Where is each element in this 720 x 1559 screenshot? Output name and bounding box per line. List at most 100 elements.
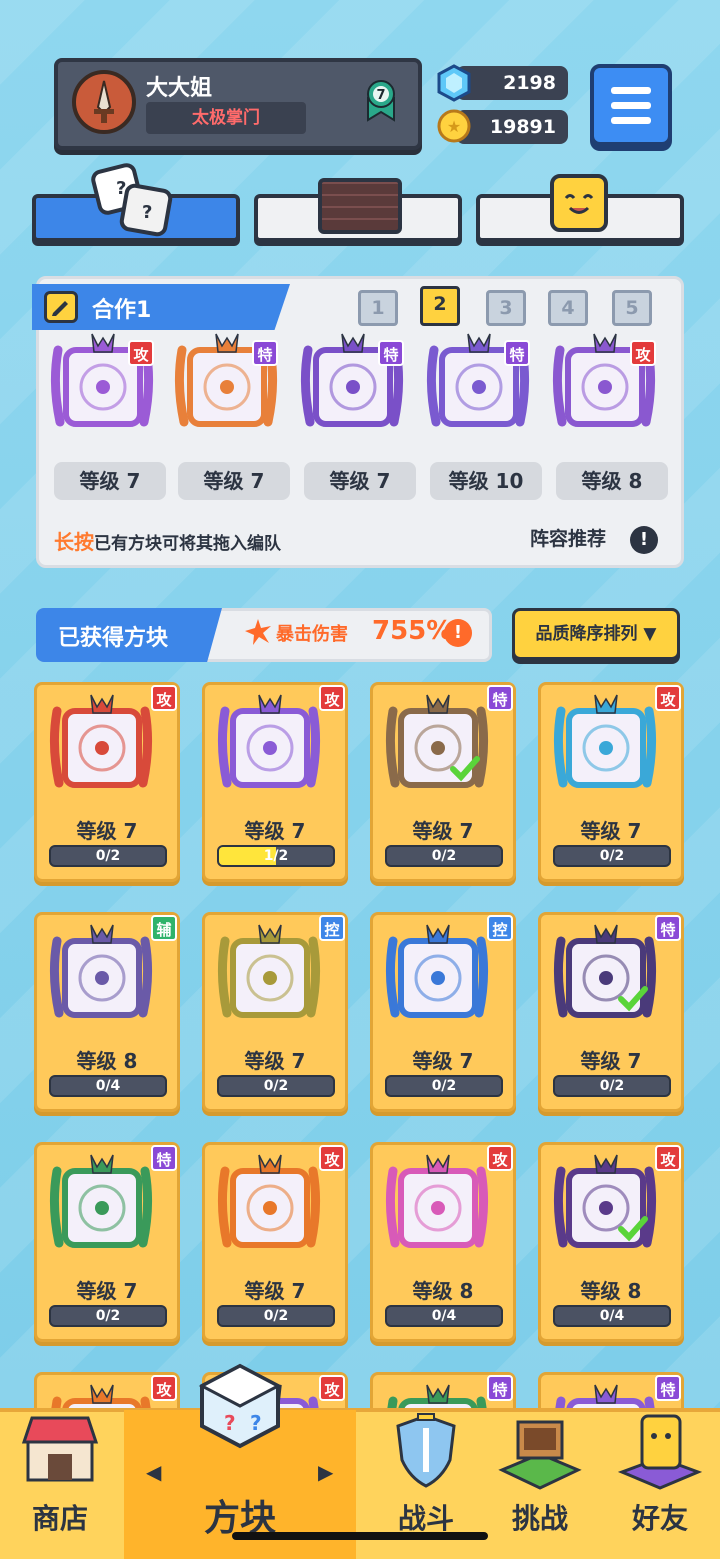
upgrade-progress: 0/2 xyxy=(49,845,167,867)
svg-text:?: ? xyxy=(116,178,126,199)
block-level: 等级 7 xyxy=(244,1049,306,1073)
block-card[interactable]: 控等级 7 0/2 xyxy=(202,912,348,1112)
upgrade-progress: 0/2 xyxy=(553,845,671,867)
type-badge: 攻 xyxy=(319,1375,345,1401)
team-page-5[interactable]: 5 xyxy=(612,290,652,326)
block-card[interactable]: 特等级 7 0/2 xyxy=(34,1142,180,1342)
chocolate-board-icon xyxy=(318,178,402,234)
type-badge: 控 xyxy=(319,915,345,941)
team-page-3[interactable]: 3 xyxy=(486,290,526,326)
progress-text: 1/2 xyxy=(263,848,289,864)
menu-line xyxy=(611,101,651,109)
profile-card[interactable]: 大大姐 太极掌门 7 xyxy=(54,58,422,150)
team-page-1[interactable]: 1 xyxy=(358,290,398,326)
block-level: 等级 7 xyxy=(244,819,306,843)
nav-shop[interactable]: 商店 xyxy=(0,1408,120,1559)
block-card[interactable]: 攻等级 7 0/2 xyxy=(34,682,180,882)
dice-icon: ?? xyxy=(88,162,178,238)
recommend-label: 阵容推荐 xyxy=(530,528,607,550)
block-art-icon xyxy=(551,1151,671,1261)
svg-text:★: ★ xyxy=(447,117,461,136)
sort-dropdown[interactable]: 品质降序排列 ▼ xyxy=(512,608,680,660)
block-art-icon xyxy=(383,921,503,1031)
type-badge: 特 xyxy=(487,1375,513,1401)
menu-line xyxy=(611,86,651,94)
nav-next-arrow[interactable]: ▶ xyxy=(318,1460,333,1484)
team-page-2[interactable]: 2 xyxy=(420,286,460,326)
block-card[interactable]: 攻等级 7 0/2 xyxy=(538,682,684,882)
type-badge: 特 xyxy=(655,1375,681,1401)
menu-button[interactable] xyxy=(590,64,672,146)
progress-text: 0/2 xyxy=(599,1078,625,1094)
team-card-level: 等级 10 xyxy=(430,462,542,500)
block-art-icon xyxy=(551,921,671,1031)
block-level: 等级 7 xyxy=(412,819,474,843)
block-art-icon xyxy=(47,921,167,1031)
block-art-icon xyxy=(551,691,671,801)
team-card-level: 等级 7 xyxy=(178,462,290,500)
nav-friends[interactable]: 好友 xyxy=(600,1408,720,1559)
type-badge: 攻 xyxy=(630,340,656,366)
progress-text: 0/2 xyxy=(431,1078,457,1094)
nav-challenge[interactable]: 挑战 xyxy=(480,1408,600,1559)
upgrade-progress: 0/4 xyxy=(49,1075,167,1097)
upgrade-progress: 0/2 xyxy=(385,845,503,867)
progress-text: 0/2 xyxy=(263,1078,289,1094)
edit-team-button[interactable] xyxy=(44,291,78,323)
block-level: 等级 7 xyxy=(580,1049,642,1073)
type-badge: 特 xyxy=(487,685,513,711)
progress-text: 0/2 xyxy=(431,848,457,864)
info-icon[interactable]: ! xyxy=(630,526,658,554)
home-indicator xyxy=(232,1532,488,1540)
block-level: 等级 8 xyxy=(76,1049,138,1073)
progress-text: 0/2 xyxy=(599,848,625,864)
block-card[interactable]: 特等级 7 0/2 xyxy=(538,912,684,1112)
type-badge: 特 xyxy=(378,340,404,366)
gem-icon xyxy=(436,64,471,102)
block-card[interactable]: 攻等级 8 0/4 xyxy=(538,1142,684,1342)
block-card[interactable]: 攻等级 8 0/4 xyxy=(370,1142,516,1342)
type-badge: 攻 xyxy=(128,340,154,366)
player-title: 太极掌门 xyxy=(146,102,306,134)
nav-shop-label: 商店 xyxy=(31,1502,88,1535)
team-card-level: 等级 7 xyxy=(304,462,416,500)
type-badge: 辅 xyxy=(151,915,177,941)
team-card[interactable]: 攻 xyxy=(48,330,156,448)
team-card[interactable]: 特 xyxy=(172,330,280,448)
block-level: 等级 7 xyxy=(580,819,642,843)
nav-prev-arrow[interactable]: ◀ xyxy=(146,1460,161,1484)
progress-text: 0/2 xyxy=(95,1308,121,1324)
rank-medal-icon[interactable]: 7 xyxy=(364,78,398,122)
progress-text: 0/2 xyxy=(95,848,121,864)
upgrade-progress: 0/2 xyxy=(49,1305,167,1327)
block-card[interactable]: 特等级 7 0/2 xyxy=(370,682,516,882)
crit-label: 暴击伤害 xyxy=(276,624,348,645)
nav-challenge-label: 挑战 xyxy=(511,1502,568,1535)
type-badge: 攻 xyxy=(655,1145,681,1171)
lineup-recommend-button[interactable]: 阵容推荐 xyxy=(530,524,606,551)
block-card[interactable]: 辅等级 8 0/4 xyxy=(34,912,180,1112)
smiley-block-icon xyxy=(550,174,608,232)
team-page-4[interactable]: 4 xyxy=(548,290,588,326)
block-card[interactable]: 攻等级 7 0/2 xyxy=(202,1142,348,1342)
type-badge: 攻 xyxy=(319,1145,345,1171)
progress-text: 0/4 xyxy=(95,1078,121,1094)
team-card[interactable]: 特 xyxy=(298,330,406,448)
hint-key: 长按 xyxy=(54,530,94,554)
team-card-level: 等级 8 xyxy=(556,462,668,500)
nav-friends-label: 好友 xyxy=(631,1502,688,1535)
crit-info-icon[interactable]: ! xyxy=(444,619,472,647)
nav-battle-label: 战斗 xyxy=(397,1502,454,1535)
block-level: 等级 7 xyxy=(412,1049,474,1073)
team-card[interactable]: 特 xyxy=(424,330,532,448)
block-card[interactable]: 控等级 7 0/2 xyxy=(370,912,516,1112)
team-card[interactable]: 攻 xyxy=(550,330,658,448)
svg-text:?: ? xyxy=(142,202,152,223)
upgrade-progress: 0/2 xyxy=(385,1075,503,1097)
progress-text: 0/2 xyxy=(263,1308,289,1324)
shield-sword-icon xyxy=(396,1413,456,1488)
crit-value: 755% xyxy=(372,616,453,646)
upgrade-progress: 0/2 xyxy=(217,1075,335,1097)
block-card[interactable]: 攻等级 7 1/2 xyxy=(202,682,348,882)
obtained-title: 已获得方块 xyxy=(58,626,169,651)
